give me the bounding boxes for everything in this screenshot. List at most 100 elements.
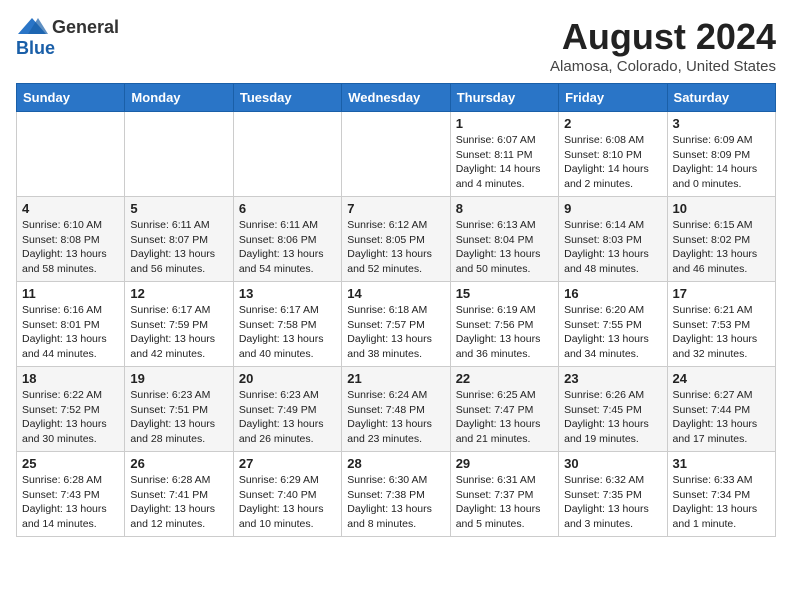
day-info: Sunrise: 6:28 AM Sunset: 7:43 PM Dayligh… [22,473,119,532]
calendar-cell: 15 Sunrise: 6:19 AM Sunset: 7:56 PM Dayli… [450,282,558,367]
day-info: Sunrise: 6:07 AM Sunset: 8:11 PM Dayligh… [456,133,553,192]
day-header-saturday: Saturday [667,84,775,112]
day-number: 19 [130,371,227,386]
calendar-cell: 4Sunrise: 6:10 AM Sunset: 8:08 PM Daylig… [17,197,125,282]
day-info: Sunrise: 6:14 AM Sunset: 8:03 PM Dayligh… [564,218,661,277]
calendar-cell: 27Sunrise: 6:29 AM Sunset: 7:40 PM Dayli… [233,452,341,537]
week-row-4: 25Sunrise: 6:28 AM Sunset: 7:43 PM Dayli… [17,452,776,537]
calendar-cell: 14Sunrise: 6:18 AM Sunset: 7:57 PM Dayli… [342,282,450,367]
logo-blue-text: Blue [16,38,55,59]
day-number: 23 [564,371,661,386]
calendar-cell: 16Sunrise: 6:20 AM Sunset: 7:55 PM Dayli… [559,282,667,367]
calendar-cell: 20 Sunrise: 6:23 AM Sunset: 7:49 PM Dayli… [233,367,341,452]
day-info: Sunrise: 6:30 AM Sunset: 7:38 PM Dayligh… [347,473,444,532]
calendar-cell: 25Sunrise: 6:28 AM Sunset: 7:43 PM Dayli… [17,452,125,537]
week-row-3: 18 Sunrise: 6:22 AM Sunset: 7:52 PM Dayli… [17,367,776,452]
week-row-1: 4Sunrise: 6:10 AM Sunset: 8:08 PM Daylig… [17,197,776,282]
day-number: 4 [22,201,119,216]
day-info: Sunrise: 6:33 AM Sunset: 7:34 PM Dayligh… [673,473,770,532]
day-header-friday: Friday [559,84,667,112]
day-info: Sunrise: 6:08 AM Sunset: 8:10 PM Dayligh… [564,133,661,192]
calendar-cell: 18 Sunrise: 6:22 AM Sunset: 7:52 PM Dayli… [17,367,125,452]
location: Alamosa, Colorado, United States [550,58,776,75]
calendar-cell: 23 Sunrise: 6:26 AM Sunset: 7:45 PM Dayli… [559,367,667,452]
day-number: 15 [456,286,553,301]
day-number: 29 [456,456,553,471]
calendar-cell: 28Sunrise: 6:30 AM Sunset: 7:38 PM Dayli… [342,452,450,537]
logo-general-text: General [52,17,119,38]
week-row-2: 11 Sunrise: 6:16 AM Sunset: 8:01 PM Dayli… [17,282,776,367]
day-number: 10 [673,201,770,216]
calendar-cell: 29 Sunrise: 6:31 AM Sunset: 7:37 PM Dayli… [450,452,558,537]
calendar-cell [17,112,125,197]
calendar-cell [233,112,341,197]
day-info: Sunrise: 6:26 AM Sunset: 7:45 PM Dayligh… [564,388,661,447]
day-number: 30 [564,456,661,471]
day-number: 9 [564,201,661,216]
day-number: 2 [564,116,661,131]
day-number: 18 [22,371,119,386]
day-info: Sunrise: 6:32 AM Sunset: 7:35 PM Dayligh… [564,473,661,532]
calendar-cell: 21Sunrise: 6:24 AM Sunset: 7:48 PM Dayli… [342,367,450,452]
day-number: 7 [347,201,444,216]
day-info: Sunrise: 6:28 AM Sunset: 7:41 PM Dayligh… [130,473,227,532]
day-info: Sunrise: 6:20 AM Sunset: 7:55 PM Dayligh… [564,303,661,362]
day-info: Sunrise: 6:17 AM Sunset: 7:59 PM Dayligh… [130,303,227,362]
calendar-cell: 13 Sunrise: 6:17 AM Sunset: 7:58 PM Dayli… [233,282,341,367]
calendar-cell: 6 Sunrise: 6:11 AM Sunset: 8:06 PM Daylig… [233,197,341,282]
day-info: Sunrise: 6:11 AM Sunset: 8:07 PM Dayligh… [130,218,227,277]
day-header-wednesday: Wednesday [342,84,450,112]
day-info: Sunrise: 6:31 AM Sunset: 7:37 PM Dayligh… [456,473,553,532]
day-header-thursday: Thursday [450,84,558,112]
day-info: Sunrise: 6:13 AM Sunset: 8:04 PM Dayligh… [456,218,553,277]
day-info: Sunrise: 6:23 AM Sunset: 7:51 PM Dayligh… [130,388,227,447]
calendar-cell [125,112,233,197]
day-number: 13 [239,286,336,301]
day-number: 31 [673,456,770,471]
day-number: 6 [239,201,336,216]
day-number: 20 [239,371,336,386]
day-header-tuesday: Tuesday [233,84,341,112]
day-number: 22 [456,371,553,386]
day-info: Sunrise: 6:11 AM Sunset: 8:06 PM Dayligh… [239,218,336,277]
calendar-cell: 11 Sunrise: 6:16 AM Sunset: 8:01 PM Dayli… [17,282,125,367]
calendar-cell: 3 Sunrise: 6:09 AM Sunset: 8:09 PM Daylig… [667,112,775,197]
calendar-table: SundayMondayTuesdayWednesdayThursdayFrid… [16,83,776,537]
day-info: Sunrise: 6:16 AM Sunset: 8:01 PM Dayligh… [22,303,119,362]
calendar-cell: 2 Sunrise: 6:08 AM Sunset: 8:10 PM Daylig… [559,112,667,197]
calendar-cell: 8Sunrise: 6:13 AM Sunset: 8:04 PM Daylig… [450,197,558,282]
day-info: Sunrise: 6:27 AM Sunset: 7:44 PM Dayligh… [673,388,770,447]
day-header-sunday: Sunday [17,84,125,112]
calendar-cell: 7 Sunrise: 6:12 AM Sunset: 8:05 PM Daylig… [342,197,450,282]
day-info: Sunrise: 6:24 AM Sunset: 7:48 PM Dayligh… [347,388,444,447]
calendar-cell: 22Sunrise: 6:25 AM Sunset: 7:47 PM Dayli… [450,367,558,452]
calendar-cell: 10 Sunrise: 6:15 AM Sunset: 8:02 PM Dayli… [667,197,775,282]
day-info: Sunrise: 6:15 AM Sunset: 8:02 PM Dayligh… [673,218,770,277]
logo: General Blue [16,16,119,59]
logo-icon [16,16,48,38]
calendar-cell: 31 Sunrise: 6:33 AM Sunset: 7:34 PM Dayli… [667,452,775,537]
day-number: 17 [673,286,770,301]
calendar-cell: 5 Sunrise: 6:11 AM Sunset: 8:07 PM Daylig… [125,197,233,282]
day-number: 5 [130,201,227,216]
day-info: Sunrise: 6:22 AM Sunset: 7:52 PM Dayligh… [22,388,119,447]
day-info: Sunrise: 6:18 AM Sunset: 7:57 PM Dayligh… [347,303,444,362]
day-header-monday: Monday [125,84,233,112]
calendar-cell: 30 Sunrise: 6:32 AM Sunset: 7:35 PM Dayli… [559,452,667,537]
calendar-cell: 1 Sunrise: 6:07 AM Sunset: 8:11 PM Daylig… [450,112,558,197]
calendar-cell: 17Sunrise: 6:21 AM Sunset: 7:53 PM Dayli… [667,282,775,367]
day-number: 1 [456,116,553,131]
day-number: 3 [673,116,770,131]
day-info: Sunrise: 6:09 AM Sunset: 8:09 PM Dayligh… [673,133,770,192]
day-number: 26 [130,456,227,471]
day-number: 11 [22,286,119,301]
day-info: Sunrise: 6:12 AM Sunset: 8:05 PM Dayligh… [347,218,444,277]
day-info: Sunrise: 6:19 AM Sunset: 7:56 PM Dayligh… [456,303,553,362]
day-info: Sunrise: 6:17 AM Sunset: 7:58 PM Dayligh… [239,303,336,362]
calendar-cell: 26 Sunrise: 6:28 AM Sunset: 7:41 PM Dayli… [125,452,233,537]
day-info: Sunrise: 6:23 AM Sunset: 7:49 PM Dayligh… [239,388,336,447]
calendar-cell: 19 Sunrise: 6:23 AM Sunset: 7:51 PM Dayli… [125,367,233,452]
title-area: August 2024 Alamosa, Colorado, United St… [550,16,776,75]
calendar-body: 1 Sunrise: 6:07 AM Sunset: 8:11 PM Daylig… [17,112,776,537]
day-number: 24 [673,371,770,386]
